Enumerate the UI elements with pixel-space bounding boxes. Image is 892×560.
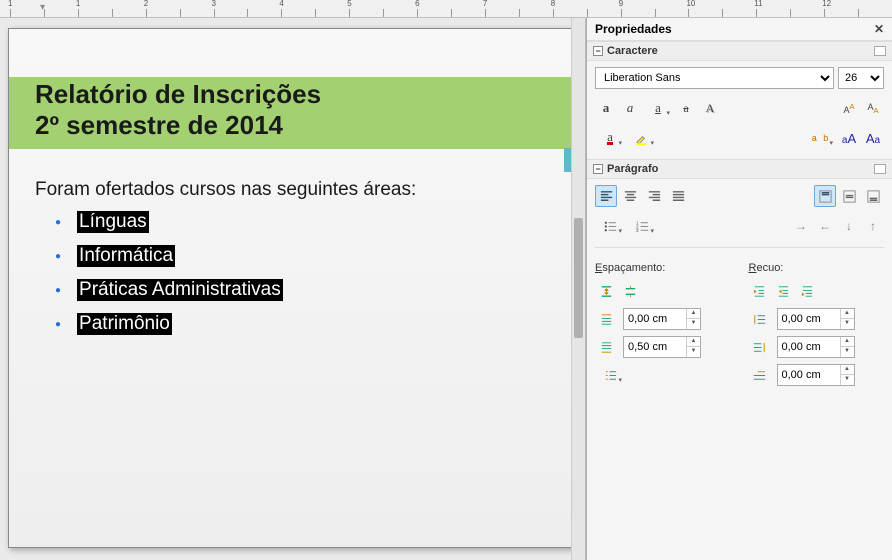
align-justify-icon[interactable] [667, 185, 689, 207]
space-above-icon [595, 308, 617, 330]
space-below-icon [595, 336, 617, 358]
spin-up-icon[interactable]: ▲ [841, 365, 854, 375]
list-item: Patrimônio [55, 313, 548, 335]
bold-icon[interactable]: a [595, 97, 617, 119]
slide-intro-text: Foram ofertados cursos nas seguintes áre… [35, 179, 548, 201]
text-top-bottom-icon[interactable]: ↓ [838, 215, 860, 237]
char-spacing-icon[interactable]: a b [806, 127, 836, 149]
list-item: Línguas [55, 211, 548, 233]
scrollbar-thumb[interactable] [574, 218, 583, 338]
slide-title[interactable]: Relatório de Inscrições 2º semestre de 2… [35, 79, 321, 141]
line-spacing-icon[interactable] [595, 364, 625, 386]
espacamento-label: Espaçamento: [595, 262, 731, 274]
spin-up-icon[interactable]: ▲ [841, 309, 854, 319]
section-label-caractere: Caractere [607, 45, 658, 57]
bullets-icon[interactable] [595, 215, 625, 237]
space-above-input[interactable]: ▲▼ [623, 308, 701, 330]
collapse-icon[interactable]: − [593, 164, 603, 174]
sidebar-title: Propriedades [595, 22, 672, 36]
svg-text:3: 3 [635, 228, 638, 233]
spin-down-icon[interactable]: ▼ [687, 347, 700, 357]
strikethrough-icon[interactable]: a [675, 97, 697, 119]
list-item: Práticas Administrativas [55, 279, 548, 301]
indent-first-line-icon [749, 364, 771, 386]
close-icon[interactable]: ✕ [874, 22, 884, 36]
indent-before-icon [749, 308, 771, 330]
valign-bottom-icon[interactable] [862, 185, 884, 207]
indent-first-line-input[interactable]: ▲▼ [777, 364, 855, 386]
slide-body[interactable]: Foram ofertados cursos nas seguintes áre… [35, 179, 548, 347]
superscript-icon[interactable]: AA [838, 97, 860, 119]
highlight-color-icon[interactable] [627, 127, 657, 149]
font-color-icon[interactable]: a [595, 127, 625, 149]
slide-canvas[interactable]: Relatório de Inscrições 2º semestre de 2… [8, 28, 579, 548]
recuo-label: Recuo: [749, 262, 885, 274]
spin-down-icon[interactable]: ▼ [841, 347, 854, 357]
increase-font-icon[interactable]: aA [838, 127, 860, 149]
spin-down-icon[interactable]: ▼ [841, 319, 854, 329]
collapse-icon[interactable]: − [593, 46, 603, 56]
font-name-select[interactable]: Liberation Sans [595, 67, 834, 89]
valign-top-icon[interactable] [814, 185, 836, 207]
space-below-input[interactable]: ▲▼ [623, 336, 701, 358]
rtl-icon[interactable]: ← [814, 215, 836, 237]
spin-up-icon[interactable]: ▲ [687, 337, 700, 347]
shadow-icon[interactable]: A [699, 97, 721, 119]
indent-after-icon [749, 336, 771, 358]
section-header-caractere[interactable]: − Caractere [587, 41, 892, 61]
increase-para-spacing-icon[interactable] [595, 280, 617, 302]
valign-middle-icon[interactable] [838, 185, 860, 207]
decrease-indent-icon[interactable] [773, 280, 795, 302]
indent-before-input[interactable]: ▲▼ [777, 308, 855, 330]
indent-after-input[interactable]: ▲▼ [777, 336, 855, 358]
italic-icon[interactable]: a [619, 97, 641, 119]
ltr-icon[interactable]: → [790, 215, 812, 237]
horizontal-ruler: ▾ [0, 0, 892, 18]
vertical-scrollbar[interactable] [571, 18, 585, 560]
spin-up-icon[interactable]: ▲ [687, 309, 700, 319]
align-left-icon[interactable] [595, 185, 617, 207]
decrease-font-icon[interactable]: Aa [862, 127, 884, 149]
slide-title-line1: Relatório de Inscrições [35, 79, 321, 110]
underline-icon[interactable]: a [643, 97, 673, 119]
slide-title-line2: 2º semestre de 2014 [35, 110, 321, 141]
spin-down-icon[interactable]: ▼ [841, 375, 854, 385]
more-options-icon[interactable] [874, 164, 886, 174]
more-options-icon[interactable] [874, 46, 886, 56]
properties-sidebar: Propriedades ✕ − Caractere Liberation Sa… [586, 18, 892, 560]
list-item: Informática [55, 245, 548, 267]
align-right-icon[interactable] [643, 185, 665, 207]
font-size-select[interactable]: 26 [838, 67, 884, 89]
section-header-paragrafo[interactable]: − Parágrafo [587, 159, 892, 179]
slide-edit-area[interactable]: Relatório de Inscrições 2º semestre de 2… [0, 18, 586, 560]
text-bottom-top-icon[interactable]: ↑ [862, 215, 884, 237]
subscript-icon[interactable]: AA [862, 97, 884, 119]
numbering-icon[interactable]: 123 [627, 215, 657, 237]
hanging-indent-icon[interactable] [797, 280, 819, 302]
spin-up-icon[interactable]: ▲ [841, 337, 854, 347]
section-label-paragrafo: Parágrafo [607, 163, 658, 175]
spin-down-icon[interactable]: ▼ [687, 319, 700, 329]
align-center-icon[interactable] [619, 185, 641, 207]
decrease-para-spacing-icon[interactable] [619, 280, 641, 302]
increase-indent-icon[interactable] [749, 280, 771, 302]
